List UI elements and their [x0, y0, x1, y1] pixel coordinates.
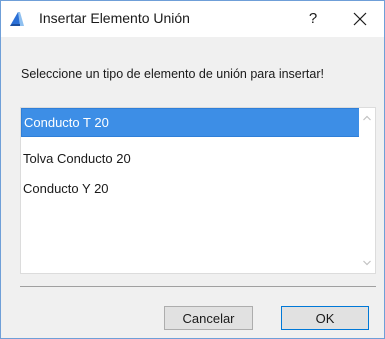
close-icon [353, 12, 367, 26]
list-item-conducto-t-20[interactable]: Conducto T 20 [21, 108, 360, 137]
title-bar[interactable]: Insertar Elemento Unión ? [1, 1, 384, 37]
instruction-text: Seleccione un tipo de elemento de unión … [21, 67, 324, 81]
help-button[interactable]: ? [299, 5, 327, 33]
junction-type-list[interactable]: Conducto T 20 Tolva Conducto 20 Conducto… [20, 107, 376, 274]
chevron-up-icon[interactable] [363, 115, 371, 121]
list-item-conducto-y-20[interactable]: Conducto Y 20 [21, 174, 360, 203]
insert-junction-dialog: Insertar Elemento Unión ? Seleccione un … [0, 0, 385, 339]
close-button[interactable] [344, 4, 376, 34]
window-title: Insertar Elemento Unión [39, 10, 190, 26]
ok-button[interactable]: OK [281, 306, 369, 330]
list-item-tolva-conducto-20[interactable]: Tolva Conducto 20 [21, 144, 360, 173]
chevron-down-icon[interactable] [363, 260, 371, 266]
cancel-button[interactable]: Cancelar [164, 306, 253, 330]
archicad-icon [10, 12, 24, 26]
list-scrollbar[interactable] [359, 108, 375, 273]
divider [20, 286, 376, 287]
